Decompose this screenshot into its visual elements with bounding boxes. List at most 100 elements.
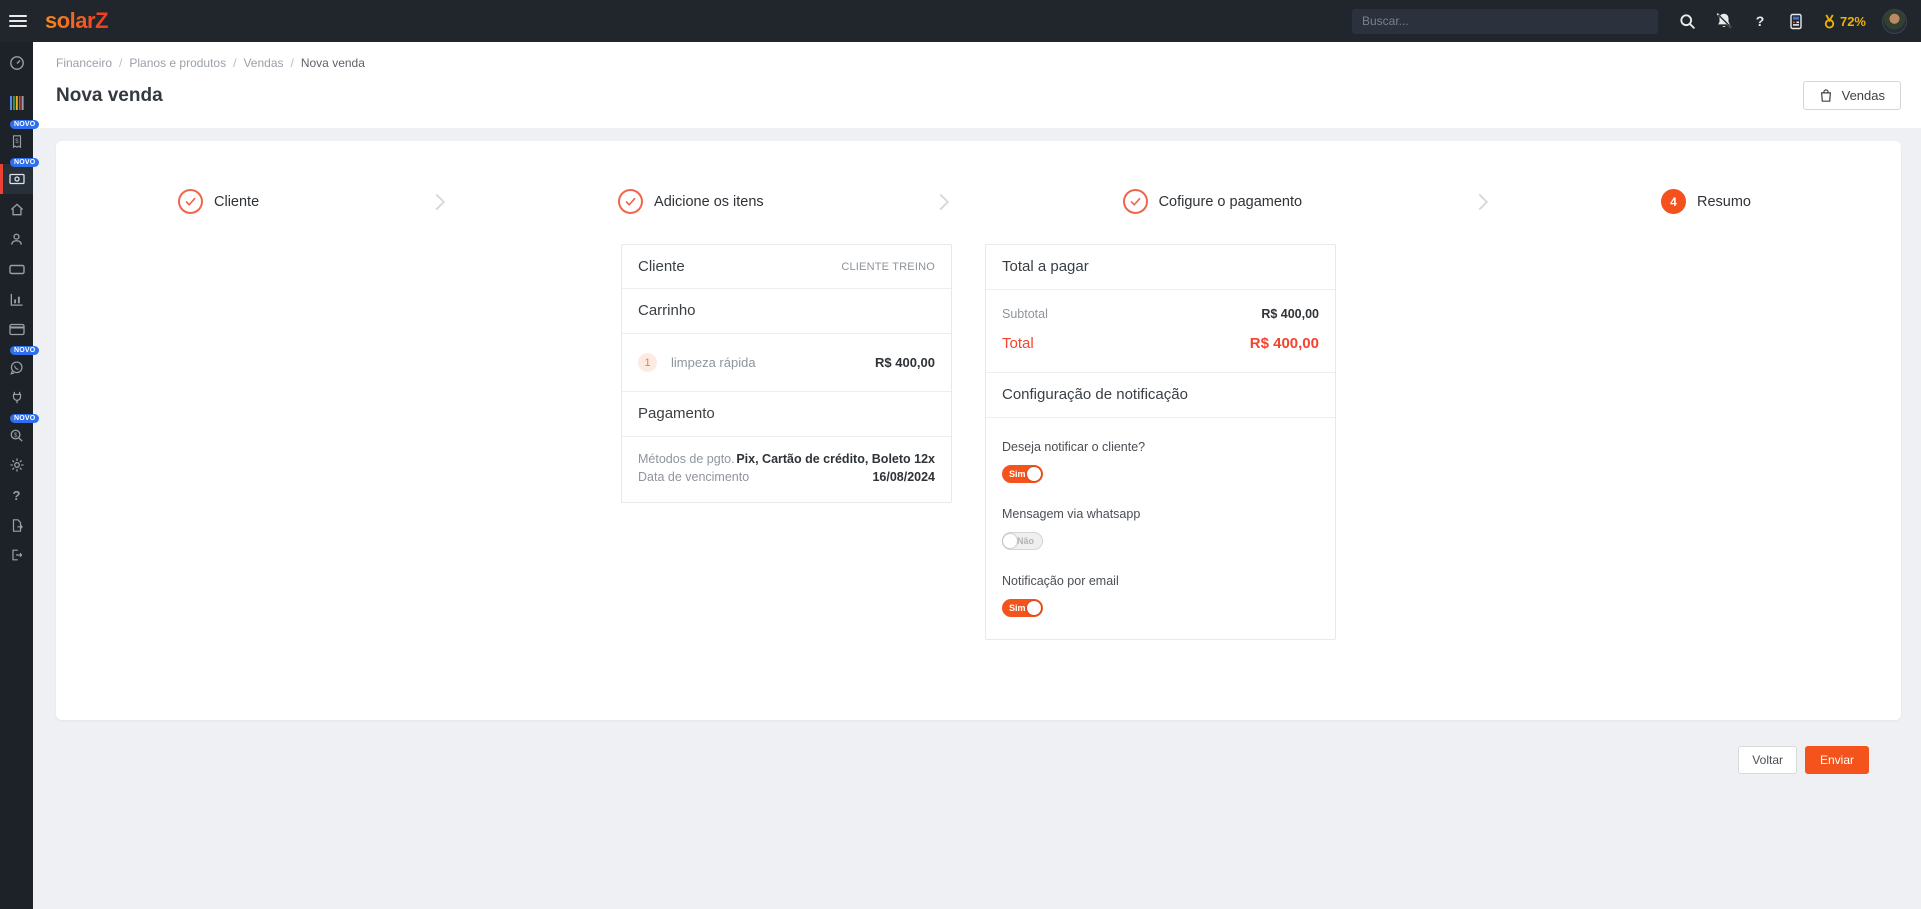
nova-venda-card: Cliente Adicione os itens Cofigure o pag… [56,141,1901,720]
stepper: Cliente Adicione os itens Cofigure o pag… [56,141,1901,214]
pagamento-section-title: Pagamento [638,405,715,422]
chart-icon [9,292,24,307]
chevron-right-icon [1471,191,1493,213]
toggle-knob [1027,467,1041,481]
total-a-pagar-title: Total a pagar [1002,258,1089,275]
gamification-score[interactable]: 72% [1822,13,1866,30]
main-content: Financeiro / Planos e produtos / Vendas … [33,42,1921,909]
notify-client-group: Deseja notificar o cliente? Sim [1002,440,1319,483]
money-search-icon: $ [9,428,24,443]
step-check-icon [618,189,643,214]
subtotal-value: R$ 400,00 [1261,307,1319,321]
svg-text:$: $ [14,431,18,438]
sidebar-item-sales-active[interactable]: NOVO [0,164,33,194]
novo-badge: NOVO [10,158,39,167]
notify-client-toggle[interactable]: Sim [1002,465,1043,483]
sidebar: NOVO $ NOVO NOVO NOVO $ ? [0,42,33,909]
medal-icon [1822,13,1837,30]
breadcrumb: Financeiro / Planos e produtos / Vendas … [56,56,1901,70]
footer-actions: Voltar Enviar [1738,746,1869,774]
sidebar-item-financial-search[interactable]: NOVO $ [0,420,33,450]
whatsapp-icon [9,360,24,375]
cart-item-row: 1 limpeza rápida R$ 400,00 [622,334,951,391]
novo-badge: NOVO [10,120,39,129]
order-summary-panel: Cliente CLIENTE TREINO Carrinho 1 limpez… [621,244,952,503]
topbar: solarZ ? 72% [0,0,1921,42]
home-icon [9,202,25,217]
notifications-off-icon[interactable] [1714,11,1734,31]
cliente-name: CLIENTE TREINO [841,261,935,273]
credit-card-icon [9,323,25,336]
novo-badge: NOVO [10,346,39,355]
step-check-icon [178,189,203,214]
solarz-logo: solarZ [45,8,108,34]
sidebar-item-documents[interactable] [0,510,33,540]
svg-text:$: $ [15,137,19,144]
breadcrumb-nova-venda: Nova venda [301,56,365,70]
chevron-right-icon [932,191,954,213]
step-cliente[interactable]: Cliente [178,189,259,214]
page-title: Nova venda [56,85,163,107]
file-export-icon [10,518,24,533]
person-icon [9,232,24,247]
item-name: limpeza rápida [671,355,875,370]
step-configure-o-pagamento[interactable]: Cofigure o pagamento [1123,189,1303,214]
card-machine-icon[interactable] [1786,11,1806,31]
toggle-knob [1003,534,1017,548]
sidebar-item-tickets[interactable] [0,254,33,284]
step-check-icon [1123,189,1148,214]
breadcrumb-planos-e-produtos[interactable]: Planos e produtos [129,56,226,70]
sidebar-item-logout[interactable] [0,540,33,570]
toggle-knob [1027,601,1041,615]
sidebar-item-integrations[interactable] [0,382,33,412]
gear-icon [9,457,25,473]
step-number: 4 [1661,189,1686,214]
plug-icon [10,390,24,405]
breadcrumb-vendas[interactable]: Vendas [243,56,283,70]
sidebar-item-reports[interactable] [0,284,33,314]
sidebar-item-help[interactable]: ? [0,480,33,510]
totals-panel: Total a pagar Subtotal R$ 400,00 Total R… [985,244,1336,640]
whatsapp-message-group: Mensagem via whatsapp Não [1002,507,1319,550]
chevron-right-icon [428,191,450,213]
breadcrumb-financeiro[interactable]: Financeiro [56,56,112,70]
gauge-icon [9,55,25,71]
sidebar-item-receipts[interactable]: NOVO $ [0,126,33,156]
menu-hamburger-icon[interactable] [9,15,27,27]
step-resumo[interactable]: 4 Resumo [1661,189,1751,214]
sidebar-item-barcode[interactable] [0,88,33,118]
receipt-icon: $ [10,134,24,149]
sidebar-item-dashboard[interactable] [0,48,33,78]
payment-methods-row: Métodos de pgto. Pix, Cartão de crédito,… [638,452,935,466]
notification-config-title: Configuração de notificação [1002,386,1188,403]
sidebar-item-home[interactable] [0,194,33,224]
search-icon[interactable] [1678,11,1698,31]
vendas-button[interactable]: Vendas [1803,81,1901,110]
user-avatar[interactable] [1882,9,1907,34]
item-quantity-badge: 1 [638,353,657,372]
ticket-icon [9,263,25,276]
money-icon [9,172,25,186]
due-date-row: Data de vencimento 16/08/2024 [638,470,935,484]
due-date-value: 16/08/2024 [872,470,935,484]
sidebar-item-payments[interactable] [0,314,33,344]
logout-icon [9,548,24,562]
page-header: Financeiro / Planos e produtos / Vendas … [33,42,1921,128]
email-notification-toggle[interactable]: Sim [1002,599,1043,617]
total-row: Total R$ 400,00 [1002,335,1319,352]
shopping-bag-icon [1819,88,1833,103]
sidebar-item-settings[interactable] [0,450,33,480]
whatsapp-message-toggle[interactable]: Não [1002,532,1043,550]
help-icon[interactable]: ? [1750,11,1770,31]
payment-methods-value: Pix, Cartão de crédito, Boleto 12x [736,452,935,466]
total-value: R$ 400,00 [1250,335,1319,352]
enviar-button[interactable]: Enviar [1805,746,1869,774]
step-adicione-os-itens[interactable]: Adicione os itens [618,189,764,214]
sidebar-item-whatsapp[interactable]: NOVO [0,352,33,382]
search-input[interactable] [1352,9,1658,34]
email-notification-group: Notificação por email Sim [1002,574,1319,617]
subtotal-row: Subtotal R$ 400,00 [1002,307,1319,321]
voltar-button[interactable]: Voltar [1738,746,1797,774]
sidebar-item-clients[interactable] [0,224,33,254]
item-price: R$ 400,00 [875,355,935,370]
